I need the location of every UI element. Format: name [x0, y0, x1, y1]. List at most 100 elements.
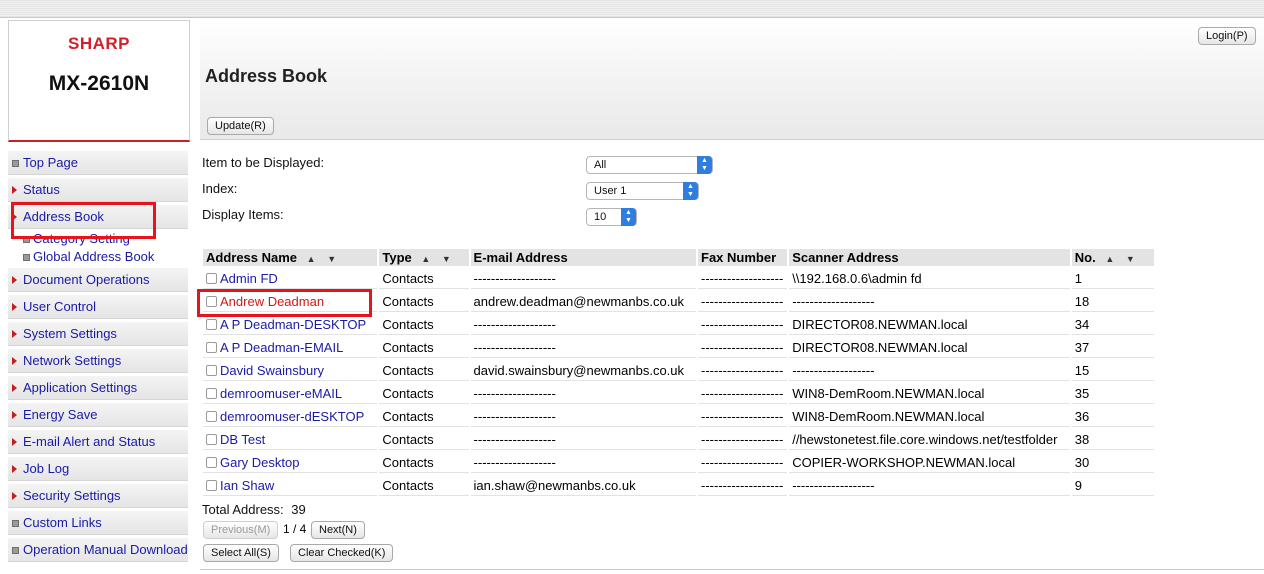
arrow-right-icon: [12, 492, 17, 500]
previous-button[interactable]: Previous(M): [203, 521, 279, 539]
email-cell: -------------------: [470, 383, 697, 404]
sort-icon[interactable]: ▲: [421, 254, 430, 264]
select-updown-icon: ▲ ▼: [621, 208, 636, 226]
next-button[interactable]: Next(N): [311, 521, 365, 539]
sidebar-item-label: Category Setting: [33, 231, 130, 246]
sidebar-item-energy-save[interactable]: Energy Save: [8, 403, 188, 427]
address-name-cell: A P Deadman-DESKTOP: [203, 314, 378, 335]
sidebar-item-category-setting[interactable]: Category Setting: [8, 230, 188, 248]
item-to-display-select[interactable]: All ▲ ▼: [586, 156, 713, 174]
sidebar-item-email-alert-status[interactable]: E-mail Alert and Status: [8, 430, 188, 454]
sidebar-item-label: Job Log: [23, 461, 70, 476]
address-name-link[interactable]: Ian Shaw: [220, 478, 274, 493]
fax-cell: -------------------: [698, 314, 788, 335]
sidebar-item-document-operations[interactable]: Document Operations: [8, 268, 188, 292]
scanner-cell: -------------------: [789, 291, 1070, 312]
arrow-right-icon: [12, 384, 17, 392]
address-name-link[interactable]: A P Deadman-DESKTOP: [220, 317, 366, 332]
address-name-link[interactable]: Gary Desktop: [220, 455, 299, 470]
address-table: Address Name ▲ ▼ Type ▲ ▼ E-mail Address…: [201, 247, 1156, 498]
address-name-link[interactable]: A P Deadman-EMAIL: [220, 340, 343, 355]
address-name-link[interactable]: DB Test: [220, 432, 265, 447]
address-name-cell: Ian Shaw: [203, 475, 378, 496]
scanner-cell: DIRECTOR08.NEWMAN.local: [789, 314, 1070, 335]
sidebar-item-operation-manual-download[interactable]: Operation Manual Download: [8, 538, 188, 562]
filter-icon[interactable]: ▼: [327, 254, 336, 264]
row-checkbox[interactable]: [206, 456, 217, 468]
sort-icon[interactable]: ▲: [1105, 254, 1114, 264]
address-name-link[interactable]: demroomuser-eMAIL: [220, 386, 342, 401]
select-value: User 1: [594, 185, 627, 197]
column-header-address-name[interactable]: Address Name ▲ ▼: [203, 249, 378, 266]
sidebar-item-label: Network Settings: [23, 353, 122, 368]
sidebar-item-label: Security Settings: [23, 488, 121, 503]
update-button[interactable]: Update(R): [207, 117, 274, 135]
address-name-cell: Admin FD: [203, 268, 378, 289]
clear-checked-button[interactable]: Clear Checked(K): [290, 544, 394, 562]
address-name-link[interactable]: Admin FD: [220, 271, 278, 286]
row-checkbox[interactable]: [206, 341, 217, 353]
total-address-value: 39: [291, 502, 306, 517]
column-header-type[interactable]: Type ▲ ▼: [379, 249, 469, 266]
row-checkbox[interactable]: [206, 272, 217, 284]
row-checkbox[interactable]: [206, 295, 217, 307]
type-cell: Contacts: [379, 429, 469, 450]
email-cell: -------------------: [470, 268, 697, 289]
sidebar-item-custom-links[interactable]: Custom Links: [8, 511, 188, 535]
row-checkbox[interactable]: [206, 433, 217, 445]
row-checkbox[interactable]: [206, 364, 217, 376]
square-bullet-icon: [23, 236, 30, 243]
no-cell: 34: [1071, 314, 1154, 335]
arrow-right-icon: [12, 465, 17, 473]
sidebar-item-status[interactable]: Status: [8, 178, 188, 202]
index-select[interactable]: User 1 ▲ ▼: [586, 182, 699, 200]
address-name-link[interactable]: Andrew Deadman: [220, 294, 324, 309]
header-band: [200, 20, 1264, 140]
type-cell: Contacts: [379, 406, 469, 427]
column-header-no[interactable]: No. ▲ ▼: [1071, 249, 1154, 266]
sidebar-item-address-book[interactable]: Address Book: [8, 205, 188, 229]
filter-icon[interactable]: ▼: [442, 254, 451, 264]
table-row: A P Deadman-EMAIL Contacts -------------…: [203, 337, 1154, 358]
total-address-label: Total Address:: [202, 502, 284, 517]
table-row: Ian Shaw Contacts ian.shaw@newmanbs.co.u…: [203, 475, 1154, 496]
sidebar-item-top-page[interactable]: Top Page: [8, 151, 188, 175]
select-updown-icon: ▲ ▼: [697, 156, 712, 174]
sidebar-item-application-settings[interactable]: Application Settings: [8, 376, 188, 400]
column-header-label: Address Name: [206, 250, 298, 265]
sidebar-item-global-address-book[interactable]: Global Address Book: [8, 248, 188, 266]
address-name-cell: A P Deadman-EMAIL: [203, 337, 378, 358]
row-checkbox[interactable]: [206, 479, 217, 491]
email-cell: andrew.deadman@newmanbs.co.uk: [470, 291, 697, 312]
sidebar-item-label: User Control: [23, 299, 96, 314]
login-button[interactable]: Login(P): [1198, 27, 1256, 45]
fax-cell: -------------------: [698, 360, 788, 381]
row-checkbox[interactable]: [206, 410, 217, 422]
page-indicator: 1 / 4: [283, 522, 307, 536]
scanner-cell: WIN8-DemRoom.NEWMAN.local: [789, 383, 1070, 404]
address-name-cell: demroomuser-eMAIL: [203, 383, 378, 404]
arrow-right-icon: [12, 411, 17, 419]
no-cell: 9: [1071, 475, 1154, 496]
sidebar-item-system-settings[interactable]: System Settings: [8, 322, 188, 346]
address-name-link[interactable]: demroomuser-dESKTOP: [220, 409, 364, 424]
table-row: Gary Desktop Contacts ------------------…: [203, 452, 1154, 473]
sidebar-item-security-settings[interactable]: Security Settings: [8, 484, 188, 508]
sidebar-item-user-control[interactable]: User Control: [8, 295, 188, 319]
row-checkbox[interactable]: [206, 387, 217, 399]
filter-icon[interactable]: ▼: [1126, 254, 1135, 264]
sidebar-item-network-settings[interactable]: Network Settings: [8, 349, 188, 373]
type-cell: Contacts: [379, 337, 469, 358]
address-name-cell: Gary Desktop: [203, 452, 378, 473]
display-items-select[interactable]: 10 ▲ ▼: [586, 208, 637, 226]
sharp-logo: SHARP: [67, 34, 130, 53]
address-name-link[interactable]: David Swainsbury: [220, 363, 324, 378]
sort-ascending-icon[interactable]: ▲: [307, 254, 316, 264]
index-label: Index:: [202, 181, 238, 196]
sidebar-item-job-log[interactable]: Job Log: [8, 457, 188, 481]
table-header-row: Address Name ▲ ▼ Type ▲ ▼ E-mail Address…: [203, 249, 1154, 266]
row-checkbox[interactable]: [206, 318, 217, 330]
scanner-cell: WIN8-DemRoom.NEWMAN.local: [789, 406, 1070, 427]
select-all-button[interactable]: Select All(S): [203, 544, 279, 562]
fax-cell: -------------------: [698, 337, 788, 358]
